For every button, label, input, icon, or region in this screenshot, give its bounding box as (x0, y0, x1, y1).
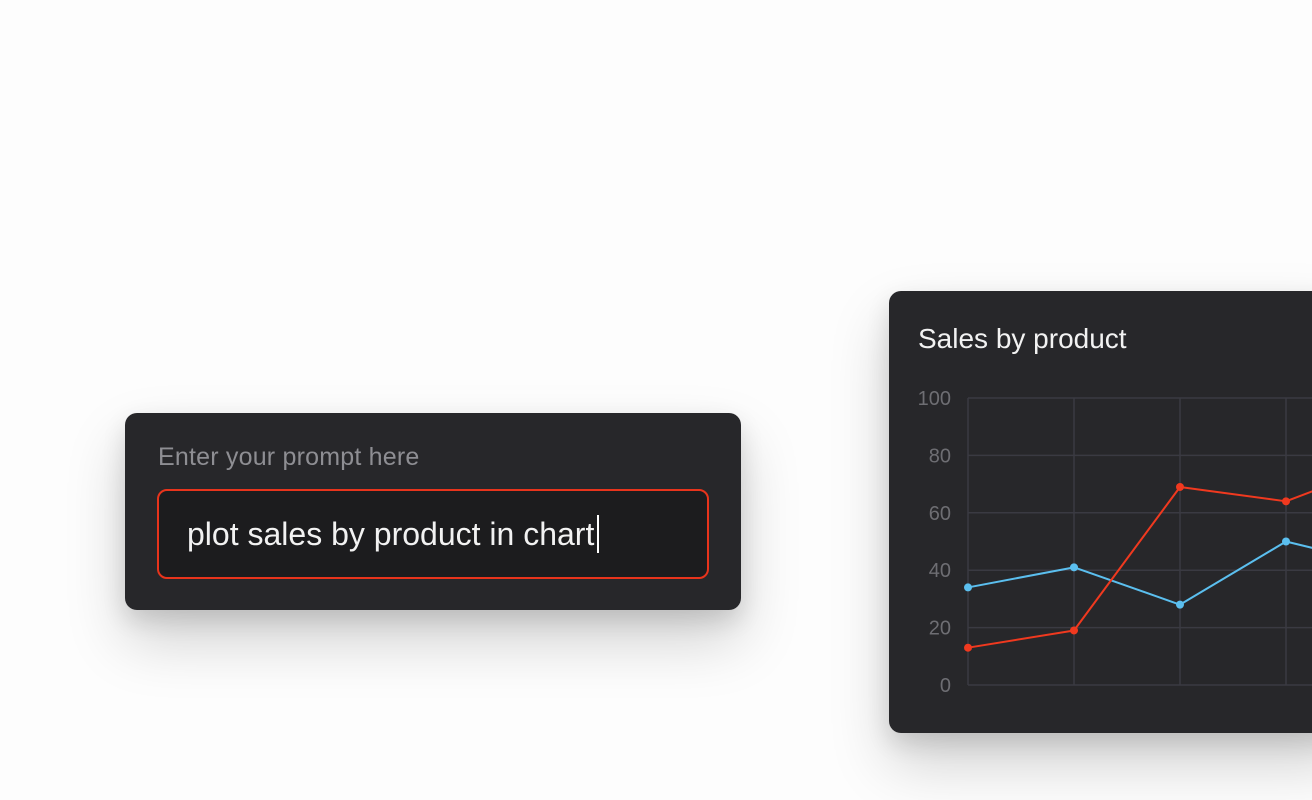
series-2-point (1282, 497, 1290, 506)
prompt-input[interactable]: plot sales by product in chart (157, 489, 709, 579)
line-chart: 0 20 40 60 80 100 (918, 388, 1312, 697)
chart-card: Sales by product 0 20 40 60 80 100 (889, 291, 1312, 733)
series-1-point (1176, 600, 1184, 609)
y-tick-label: 40 (929, 560, 951, 582)
y-tick-label: 20 (929, 618, 951, 640)
y-tick-label: 60 (929, 503, 951, 525)
series-1-point (1282, 537, 1290, 546)
y-tick-label: 80 (929, 445, 951, 467)
canvas: Enter your prompt here plot sales by pro… (0, 0, 1312, 800)
series-2-point (964, 643, 972, 652)
series-line-1 (967, 540, 1312, 606)
series-1-point (1070, 563, 1078, 572)
y-tick-label: 100 (918, 388, 951, 410)
prompt-input-text: plot sales by product in chart (187, 515, 595, 552)
text-caret (597, 515, 600, 553)
series-2-point (1176, 482, 1184, 491)
series-line-2 (967, 485, 1312, 649)
prompt-card: Enter your prompt here plot sales by pro… (125, 413, 741, 610)
y-tick-label: 0 (940, 675, 951, 697)
prompt-label: Enter your prompt here (158, 443, 420, 471)
series-1-point (964, 583, 972, 592)
series-2-point (1070, 626, 1078, 635)
